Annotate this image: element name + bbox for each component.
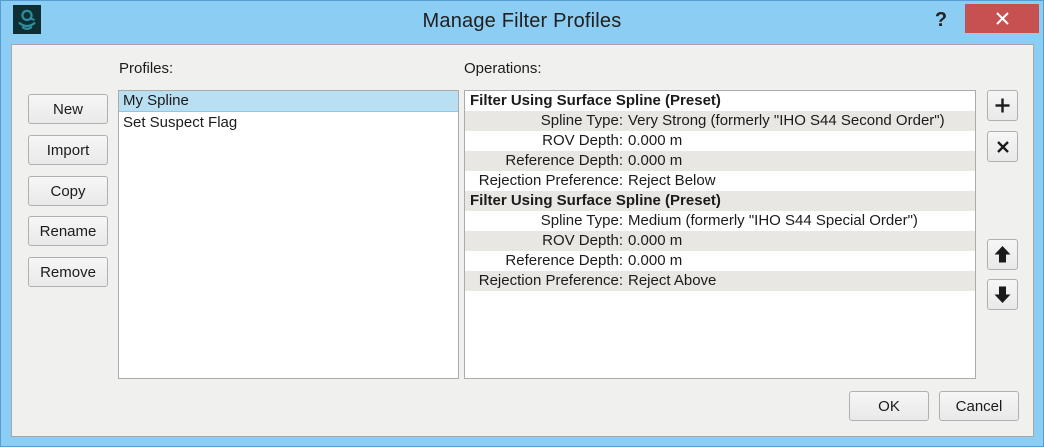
profiles-label: Profiles: [119, 60, 173, 77]
manage-filter-profiles-dialog: Manage Filter Profiles ? New Import Copy… [0, 0, 1044, 447]
multiply-icon [996, 140, 1010, 154]
dialog-title: Manage Filter Profiles [1, 10, 1043, 33]
operations-list[interactable]: Filter Using Surface Spline (Preset) Spl… [464, 90, 976, 379]
operation-detail-row[interactable]: Reference Depth: 0.000 m [465, 151, 975, 171]
operation-param-label: Spline Type: [465, 211, 623, 231]
operation-param-label: Reference Depth: [465, 151, 623, 171]
help-button[interactable]: ? [927, 6, 955, 34]
move-up-button[interactable] [987, 239, 1018, 270]
move-down-button[interactable] [987, 279, 1018, 310]
operation-detail-row[interactable]: ROV Depth: 0.000 m [465, 231, 975, 251]
plus-icon [994, 97, 1011, 114]
operation-param-value: 0.000 m [628, 151, 682, 171]
profiles-list[interactable]: My Spline Set Suspect Flag [118, 90, 459, 379]
operation-detail-row[interactable]: Spline Type: Medium (formerly "IHO S44 S… [465, 211, 975, 231]
operation-param-label: ROV Depth: [465, 231, 623, 251]
operation-header[interactable]: Filter Using Surface Spline (Preset) [465, 91, 975, 111]
operation-param-label: Rejection Preference: [465, 271, 623, 291]
dialog-body: New Import Copy Rename Remove Profiles: … [11, 44, 1034, 437]
operation-param-label: Spline Type: [465, 111, 623, 131]
block-arrow-down-icon [994, 286, 1011, 303]
operation-param-label: ROV Depth: [465, 131, 623, 151]
operation-param-value: Reject Above [628, 271, 716, 291]
operation-detail-row[interactable]: Rejection Preference: Reject Above [465, 271, 975, 291]
operation-param-value: Reject Below [628, 171, 716, 191]
add-operation-button[interactable] [987, 90, 1018, 121]
operation-detail-row[interactable]: ROV Depth: 0.000 m [465, 131, 975, 151]
ok-button[interactable]: OK [849, 391, 929, 421]
operation-param-value: 0.000 m [628, 231, 682, 251]
operation-param-value: 0.000 m [628, 131, 682, 151]
operation-header[interactable]: Filter Using Surface Spline (Preset) [465, 191, 975, 211]
profile-item-my-spline[interactable]: My Spline [119, 91, 458, 112]
operation-param-label: Reference Depth: [465, 251, 623, 271]
block-arrow-up-icon [994, 246, 1011, 263]
operation-detail-row[interactable]: Reference Depth: 0.000 m [465, 251, 975, 271]
profile-item-set-suspect-flag[interactable]: Set Suspect Flag [119, 112, 458, 133]
operation-detail-row[interactable]: Rejection Preference: Reject Below [465, 171, 975, 191]
new-button[interactable]: New [28, 94, 108, 124]
close-x-icon [995, 11, 1010, 26]
operation-detail-row[interactable]: Spline Type: Very Strong (formerly "IHO … [465, 111, 975, 131]
close-button[interactable] [965, 4, 1039, 33]
operation-param-value: 0.000 m [628, 251, 682, 271]
operation-param-label: Rejection Preference: [465, 171, 623, 191]
copy-button[interactable]: Copy [28, 176, 108, 206]
operation-param-value: Medium (formerly "IHO S44 Special Order"… [628, 211, 918, 231]
remove-button[interactable]: Remove [28, 257, 108, 287]
rename-button[interactable]: Rename [28, 216, 108, 246]
cancel-button[interactable]: Cancel [939, 391, 1019, 421]
operations-label: Operations: [464, 60, 542, 77]
operation-param-value: Very Strong (formerly "IHO S44 Second Or… [628, 111, 945, 131]
titlebar[interactable]: Manage Filter Profiles ? [1, 1, 1043, 44]
import-button[interactable]: Import [28, 135, 108, 165]
delete-operation-button[interactable] [987, 131, 1018, 162]
